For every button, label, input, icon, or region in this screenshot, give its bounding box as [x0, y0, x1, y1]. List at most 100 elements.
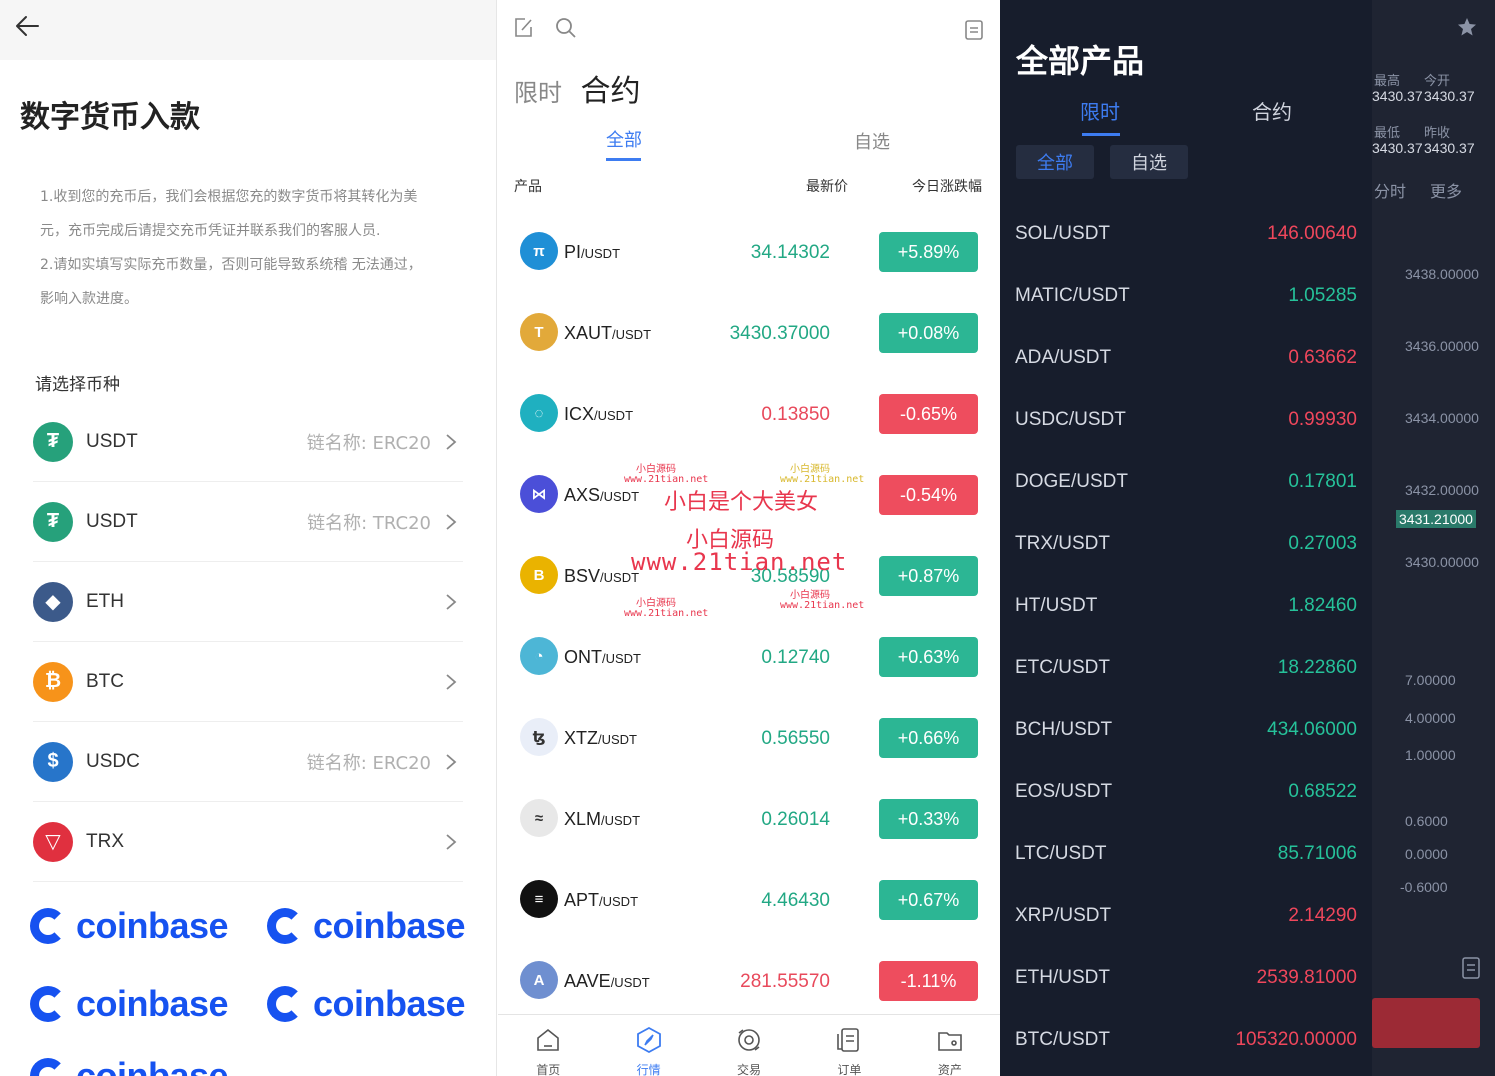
change-badge[interactable]: +0.66%	[879, 718, 978, 758]
trade-button[interactable]	[1372, 998, 1480, 1048]
coin-option[interactable]: ▽ TRX	[33, 802, 463, 882]
market-row[interactable]: A AAVE/USDT 281.55570 -1.11%	[498, 941, 1000, 1022]
product-row[interactable]: SOL/USDT 146.00640	[1000, 202, 1372, 264]
volume-axis-label: 4.00000	[1405, 710, 1456, 726]
market-row[interactable]: ◌ ICX/USDT 0.13850 -0.65%	[498, 374, 1000, 455]
col-change: 今日涨跌幅	[912, 179, 982, 195]
change-badge[interactable]: -0.54%	[879, 475, 978, 515]
product-row[interactable]: EOS/USDT 0.68522	[1000, 760, 1372, 822]
product-price: 0.99930	[1288, 409, 1357, 430]
product-row[interactable]: DOGE/USDT 0.17801	[1000, 450, 1372, 512]
product-row[interactable]: HT/USDT 1.82460	[1000, 574, 1372, 636]
tab-all[interactable]: 全部	[606, 126, 642, 152]
market-row[interactable]: ◔ ONT/USDT 0.12740 +0.63%	[498, 617, 1000, 698]
price-axis-label: 3436.00000	[1405, 338, 1479, 354]
filter-all-button[interactable]: 全部	[1016, 145, 1094, 179]
coin-name: BTC	[86, 670, 124, 692]
change-badge[interactable]: +0.33%	[879, 799, 978, 839]
page-title: 数字货币入款	[20, 100, 200, 135]
tether-icon: ₮	[33, 501, 73, 542]
table-header: 产品 最新价 今日涨跌幅	[514, 176, 982, 196]
market-row[interactable]: B BSV/USDT 30.58590 +0.87%	[498, 536, 1000, 617]
filter-favorites-button[interactable]: 自选	[1110, 145, 1188, 179]
chevron-right-icon	[446, 514, 457, 530]
symbol: APT/USDT	[564, 890, 638, 911]
nav-orders[interactable]: 订单	[799, 1015, 899, 1076]
coin-option[interactable]: ₿ BTC	[33, 642, 463, 722]
coinbase-logo: coinbase	[30, 1055, 229, 1076]
nav-assets[interactable]: 资产	[900, 1015, 1000, 1076]
price-axis-label: 3434.00000	[1405, 410, 1479, 426]
market-row[interactable]: ⋈ AXS/USDT -0.54%	[498, 455, 1000, 536]
high-label: 最高	[1374, 73, 1401, 88]
top-bar	[0, 0, 496, 60]
product-price: 1.82460	[1288, 595, 1357, 616]
coin-option[interactable]: ₮ USDT 链名称: TRC20	[33, 482, 463, 562]
product-row[interactable]: MATIC/USDT 1.05285	[1000, 264, 1372, 326]
document-icon[interactable]	[962, 18, 986, 42]
market-row[interactable]: ꜩ XTZ/USDT 0.56550 +0.66%	[498, 698, 1000, 779]
top-icons	[512, 16, 986, 44]
product-symbol: TRX/USDT	[1015, 533, 1110, 554]
market-row[interactable]: ≡ APT/USDT 4.46430 +0.67%	[498, 860, 1000, 941]
bottom-nav: 首页 行情 交易 订单 资产	[498, 1014, 1000, 1076]
change-badge[interactable]: +0.67%	[879, 880, 978, 920]
symbol: XAUT/USDT	[564, 323, 651, 344]
edit-icon[interactable]	[512, 16, 536, 40]
product-row[interactable]: BTC/USDT 105320.00000	[1000, 1008, 1372, 1070]
volume-axis-label: 1.00000	[1405, 747, 1456, 763]
market-row[interactable]: ≈ XLM/USDT 0.26014 +0.33%	[498, 779, 1000, 860]
mode-limit-tab[interactable]: 限时	[1080, 96, 1120, 125]
macd-axis-label: 0.0000	[1405, 846, 1448, 862]
product-price: 2.14290	[1288, 905, 1357, 926]
star-icon[interactable]	[1456, 16, 1478, 38]
coin-logo-icon: ◌	[520, 394, 558, 432]
back-arrow-icon[interactable]	[12, 10, 44, 42]
document-icon[interactable]	[1460, 956, 1482, 980]
products-screen: 最高 3430.37 今开 3430.37 最低 3430.37 昨收 3430…	[1000, 0, 1495, 1076]
coinbase-wordmark: coinbase	[313, 983, 466, 1024]
product-row[interactable]: ETH/USDT 2539.81000	[1000, 946, 1372, 1008]
nav-home[interactable]: 首页	[498, 1015, 598, 1076]
mode-contract-tab[interactable]: 合约	[580, 74, 640, 109]
nav-market[interactable]: 行情	[598, 1015, 698, 1076]
coin-option[interactable]: ₮ USDT 链名称: ERC20	[33, 402, 463, 482]
product-row[interactable]: ETC/USDT 18.22860	[1000, 636, 1372, 698]
coin-option[interactable]: ◆ ETH	[33, 562, 463, 642]
market-tabs: 全部 自选	[498, 124, 1000, 164]
product-row[interactable]: BCH/USDT 434.06000	[1000, 698, 1372, 760]
product-row[interactable]: LTC/USDT 85.71006	[1000, 822, 1372, 884]
change-badge[interactable]: +5.89%	[879, 232, 978, 272]
change-badge[interactable]: +0.87%	[879, 556, 978, 596]
symbol: ONT/USDT	[564, 647, 641, 668]
wallet-icon	[938, 1032, 962, 1051]
change-badge[interactable]: +0.08%	[879, 313, 978, 353]
product-row[interactable]: XRP/USDT 2.14290	[1000, 884, 1372, 946]
mode-limit-tab[interactable]: 限时	[514, 79, 562, 107]
low-label: 最低	[1374, 125, 1401, 140]
chevron-right-icon	[446, 674, 457, 690]
more-tab[interactable]: 更多	[1430, 178, 1462, 202]
product-row[interactable]: USDC/USDT 0.99930	[1000, 388, 1372, 450]
search-icon[interactable]	[554, 16, 578, 40]
market-row[interactable]: T XAUT/USDT 3430.37000 +0.08%	[498, 293, 1000, 374]
nav-trade[interactable]: 交易	[699, 1015, 799, 1076]
product-row[interactable]: ADA/USDT 0.63662	[1000, 326, 1372, 388]
coin-logo-icon: ꜩ	[520, 718, 558, 756]
coin-option[interactable]: $ USDC 链名称: ERC20	[33, 722, 463, 802]
change-badge[interactable]: -0.65%	[879, 394, 978, 434]
product-price: 146.00640	[1267, 223, 1357, 244]
change-badge[interactable]: +0.63%	[879, 637, 978, 677]
last-price: 4.46430	[761, 890, 830, 911]
product-row[interactable]: TRX/USDT 0.27003	[1000, 512, 1372, 574]
tab-favorites[interactable]: 自选	[854, 128, 890, 154]
nav-label: 订单	[837, 1063, 862, 1076]
deposit-screen: 数字货币入款 1.收到您的充币后，我们会根据您充的数字货币将其转化为美 元，充币…	[0, 0, 497, 1076]
change-badge[interactable]: -1.11%	[879, 961, 978, 1001]
mode-contract-tab[interactable]: 合约	[1252, 96, 1292, 125]
product-symbol: ADA/USDT	[1015, 347, 1112, 368]
market-row[interactable]: π PI/USDT 34.14302 +5.89%	[498, 212, 1000, 293]
time-tab[interactable]: 分时	[1374, 178, 1406, 202]
chevron-right-icon	[446, 754, 457, 770]
market-screen: 限时 合约 全部 自选 产品 最新价 今日涨跌幅 π PI/USDT 34.1430…	[498, 0, 1000, 1076]
